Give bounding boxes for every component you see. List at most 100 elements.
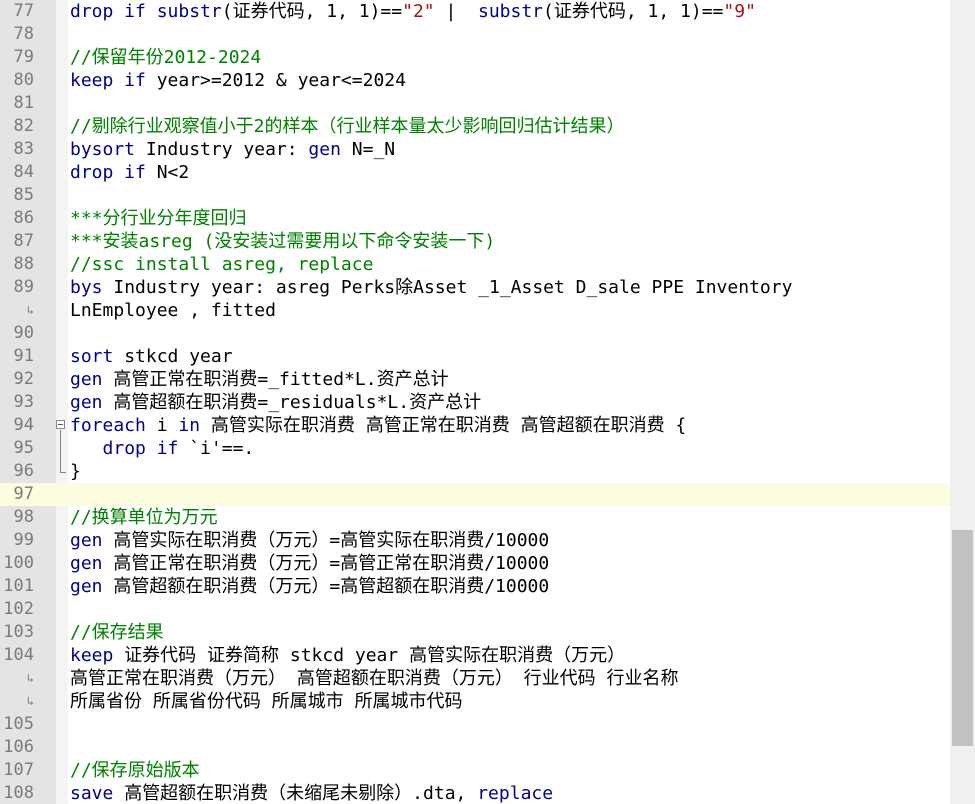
code-line[interactable]: 77 drop if substr(证券代码, 1, 1)=="2" | subs… — [0, 0, 950, 23]
text-token: 高管超额在职消费（万元）=高管超额在职消费/10000 — [113, 576, 550, 597]
code-line[interactable]: 94 foreach i in 高管实际在职消费 高管正常在职消费 高管超额在职消… — [0, 414, 950, 437]
code-line[interactable]: 104 keep 证券代码 证券简称 stkcd year 高管实际在职消费（万元… — [0, 644, 950, 667]
code-line[interactable]: 107 //保存原始版本 — [0, 759, 950, 782]
code-text[interactable]: //ssc install asreg, replace — [70, 253, 373, 276]
code-line[interactable]: 90 — [0, 322, 950, 345]
code-text[interactable]: gen 高管正常在职消费（万元）=高管正常在职消费/10000 — [70, 552, 549, 575]
code-text[interactable]: //保存结果 — [70, 621, 164, 644]
code-text[interactable]: ***安装asreg (没安装过需要用以下命令安装一下) — [70, 230, 495, 253]
code-text[interactable]: //保留年份2012-2024 — [70, 46, 261, 69]
text-token: 高管超额在职消费=_residuals*L.资产总计 — [113, 392, 482, 413]
code-text[interactable]: LnEmployee , fitted — [70, 299, 276, 322]
code-text[interactable]: 所属省份 所属省份代码 所属城市 所属城市代码 — [70, 690, 463, 713]
line-number: 92 — [13, 369, 34, 389]
fold-guide-end — [60, 472, 66, 473]
code-text[interactable]: gen 高管正常在职消费=_fitted*L.资产总计 — [70, 368, 449, 391]
code-line[interactable]: 102 — [0, 598, 950, 621]
code-line[interactable]: 84 drop if N<2 — [0, 161, 950, 184]
code-line[interactable]: 103 //保存结果 — [0, 621, 950, 644]
code-text[interactable]: gen 高管实际在职消费（万元）=高管实际在职消费/10000 — [70, 529, 549, 552]
code-text[interactable]: 高管正常在职消费（万元） 高管超额在职消费（万元） 行业代码 行业名称 — [70, 667, 679, 690]
code-line[interactable]: 87 ***安装asreg (没安装过需要用以下命令安装一下) — [0, 230, 950, 253]
code-line[interactable]: 108 save 高管超额在职消费（未缩尾未剔除）.dta, replace — [0, 782, 950, 804]
line-number: 85 — [13, 185, 34, 205]
code-line[interactable]: 83 bysort Industry year: gen N=_N — [0, 138, 950, 161]
comment-token: //保存结果 — [70, 622, 164, 643]
code-text[interactable]: gen 高管超额在职消费=_residuals*L.资产总计 — [70, 391, 481, 414]
line-number: 102 — [3, 599, 34, 619]
line-number: 99 — [13, 530, 34, 550]
keyword-token: bys — [70, 277, 114, 298]
code-text[interactable]: drop if substr(证券代码, 1, 1)=="2" | substr… — [70, 0, 756, 23]
wrap-arrow-icon: ↳ — [26, 671, 34, 685]
text-token: i — [156, 415, 179, 436]
code-text[interactable]: bys Industry year: asreg Perks除Asset _1_… — [70, 276, 792, 299]
code-text[interactable]: drop if `i'==. — [70, 437, 255, 460]
vertical-scrollbar[interactable] — [950, 0, 975, 804]
code-line[interactable]: 100 gen 高管正常在职消费（万元）=高管正常在职消费/10000 — [0, 552, 950, 575]
code-line[interactable]: 85 — [0, 184, 950, 207]
comment-token: //剔除行业观察值小于2的样本（行业样本量太少影响回归估计结果） — [70, 116, 625, 137]
text-token: 高管实际在职消费 高管正常在职消费 高管超额在职消费 { — [210, 415, 687, 436]
line-number: 84 — [13, 162, 34, 182]
code-line[interactable]: 78 — [0, 23, 950, 46]
code-text[interactable]: keep 证券代码 证券简称 stkcd year 高管实际在职消费（万元） — [70, 644, 625, 667]
text-token: 高管超额在职消费（未缩尾未剔除）.dta, — [124, 783, 478, 804]
code-line[interactable]: 92 gen 高管正常在职消费=_fitted*L.资产总计 — [0, 368, 950, 391]
keyword-token: replace — [477, 783, 554, 804]
code-line[interactable]: 88 //ssc install asreg, replace — [0, 253, 950, 276]
line-number: 104 — [3, 645, 34, 665]
scrollbar-thumb[interactable] — [952, 530, 973, 746]
code-text[interactable]: bysort Industry year: gen N=_N — [70, 138, 395, 161]
code-text[interactable]: //剔除行业观察值小于2的样本（行业样本量太少影响回归估计结果） — [70, 115, 625, 138]
line-number: 100 — [3, 553, 34, 573]
code-line[interactable]: 96} — [0, 460, 950, 483]
line-number: 108 — [3, 783, 34, 803]
code-line[interactable]: 93 gen 高管超额在职消费=_residuals*L.资产总计 — [0, 391, 950, 414]
text-token: Industry year: asreg Perks除Asset _1_Asse… — [113, 277, 793, 298]
code-text[interactable]: //保存原始版本 — [70, 759, 200, 782]
code-text[interactable]: foreach i in 高管实际在职消费 高管正常在职消费 高管超额在职消费 … — [70, 414, 686, 437]
text-token: } — [70, 461, 81, 482]
code-line[interactable]: 105 — [0, 713, 950, 736]
code-line[interactable]: 86 ***分行业分年度回归 — [0, 207, 950, 230]
code-text[interactable]: gen 高管超额在职消费（万元）=高管超额在职消费/10000 — [70, 575, 549, 598]
keyword-token: foreach — [70, 415, 157, 436]
code-text[interactable]: ***分行业分年度回归 — [70, 207, 247, 230]
code-line[interactable]: 97 — [0, 483, 950, 506]
code-line[interactable]: 106 — [0, 736, 950, 759]
code-text[interactable]: keep if year>=2012 & year<=2024 — [70, 69, 406, 92]
keyword-token: gen — [70, 530, 114, 551]
code-line[interactable]: 80 keep if year>=2012 & year<=2024 — [0, 69, 950, 92]
code-editor[interactable]: 77 drop if substr(证券代码, 1, 1)=="2" | subs… — [0, 0, 975, 804]
code-line[interactable]: 101 gen 高管超额在职消费（万元）=高管超额在职消费/10000 — [0, 575, 950, 598]
keyword-token: gen — [70, 369, 114, 390]
keyword-token: bysort — [70, 139, 146, 160]
code-text[interactable]: drop if N<2 — [70, 161, 189, 184]
code-line[interactable]: 89 bys Industry year: asreg Perks除Asset _… — [0, 276, 950, 299]
line-number: 78 — [13, 24, 34, 44]
code-line[interactable]: 95 drop if `i'==. — [0, 437, 950, 460]
line-number: 94 — [13, 415, 34, 435]
code-text[interactable]: //换算单位为万元 — [70, 506, 218, 529]
line-number: 79 — [13, 47, 34, 67]
code-line[interactable]: 98 //换算单位为万元 — [0, 506, 950, 529]
wrapped-line[interactable]: ↳ LnEmployee , fitted — [0, 299, 950, 322]
comment-token: //ssc install asreg, replace — [70, 254, 374, 275]
text-token: `i'==. — [189, 438, 255, 459]
code-line[interactable]: 91 sort stkcd year — [0, 345, 950, 368]
keyword-token: keep if — [70, 70, 157, 91]
fold-collapse-icon[interactable] — [56, 420, 65, 429]
code-line[interactable]: 82 //剔除行业观察值小于2的样本（行业样本量太少影响回归估计结果） — [0, 115, 950, 138]
code-text[interactable]: save 高管超额在职消费（未缩尾未剔除）.dta, replace — [70, 782, 553, 804]
code-text[interactable]: sort stkcd year — [70, 345, 233, 368]
code-line[interactable]: 99 gen 高管实际在职消费（万元）=高管实际在职消费/10000 — [0, 529, 950, 552]
code-line[interactable]: 81 — [0, 92, 950, 115]
code-text[interactable]: } — [70, 460, 81, 483]
line-number: 87 — [13, 231, 34, 251]
code-line[interactable]: 79 //保留年份2012-2024 — [0, 46, 950, 69]
text-token: stkcd year — [124, 346, 233, 367]
comment-token: ***安装asreg (没安装过需要用以下命令安装一下) — [70, 231, 496, 252]
wrapped-line[interactable]: ↳ 高管正常在职消费（万元） 高管超额在职消费（万元） 行业代码 行业名称 — [0, 667, 950, 690]
wrapped-line[interactable]: ↳ 所属省份 所属省份代码 所属城市 所属城市代码 — [0, 690, 950, 713]
